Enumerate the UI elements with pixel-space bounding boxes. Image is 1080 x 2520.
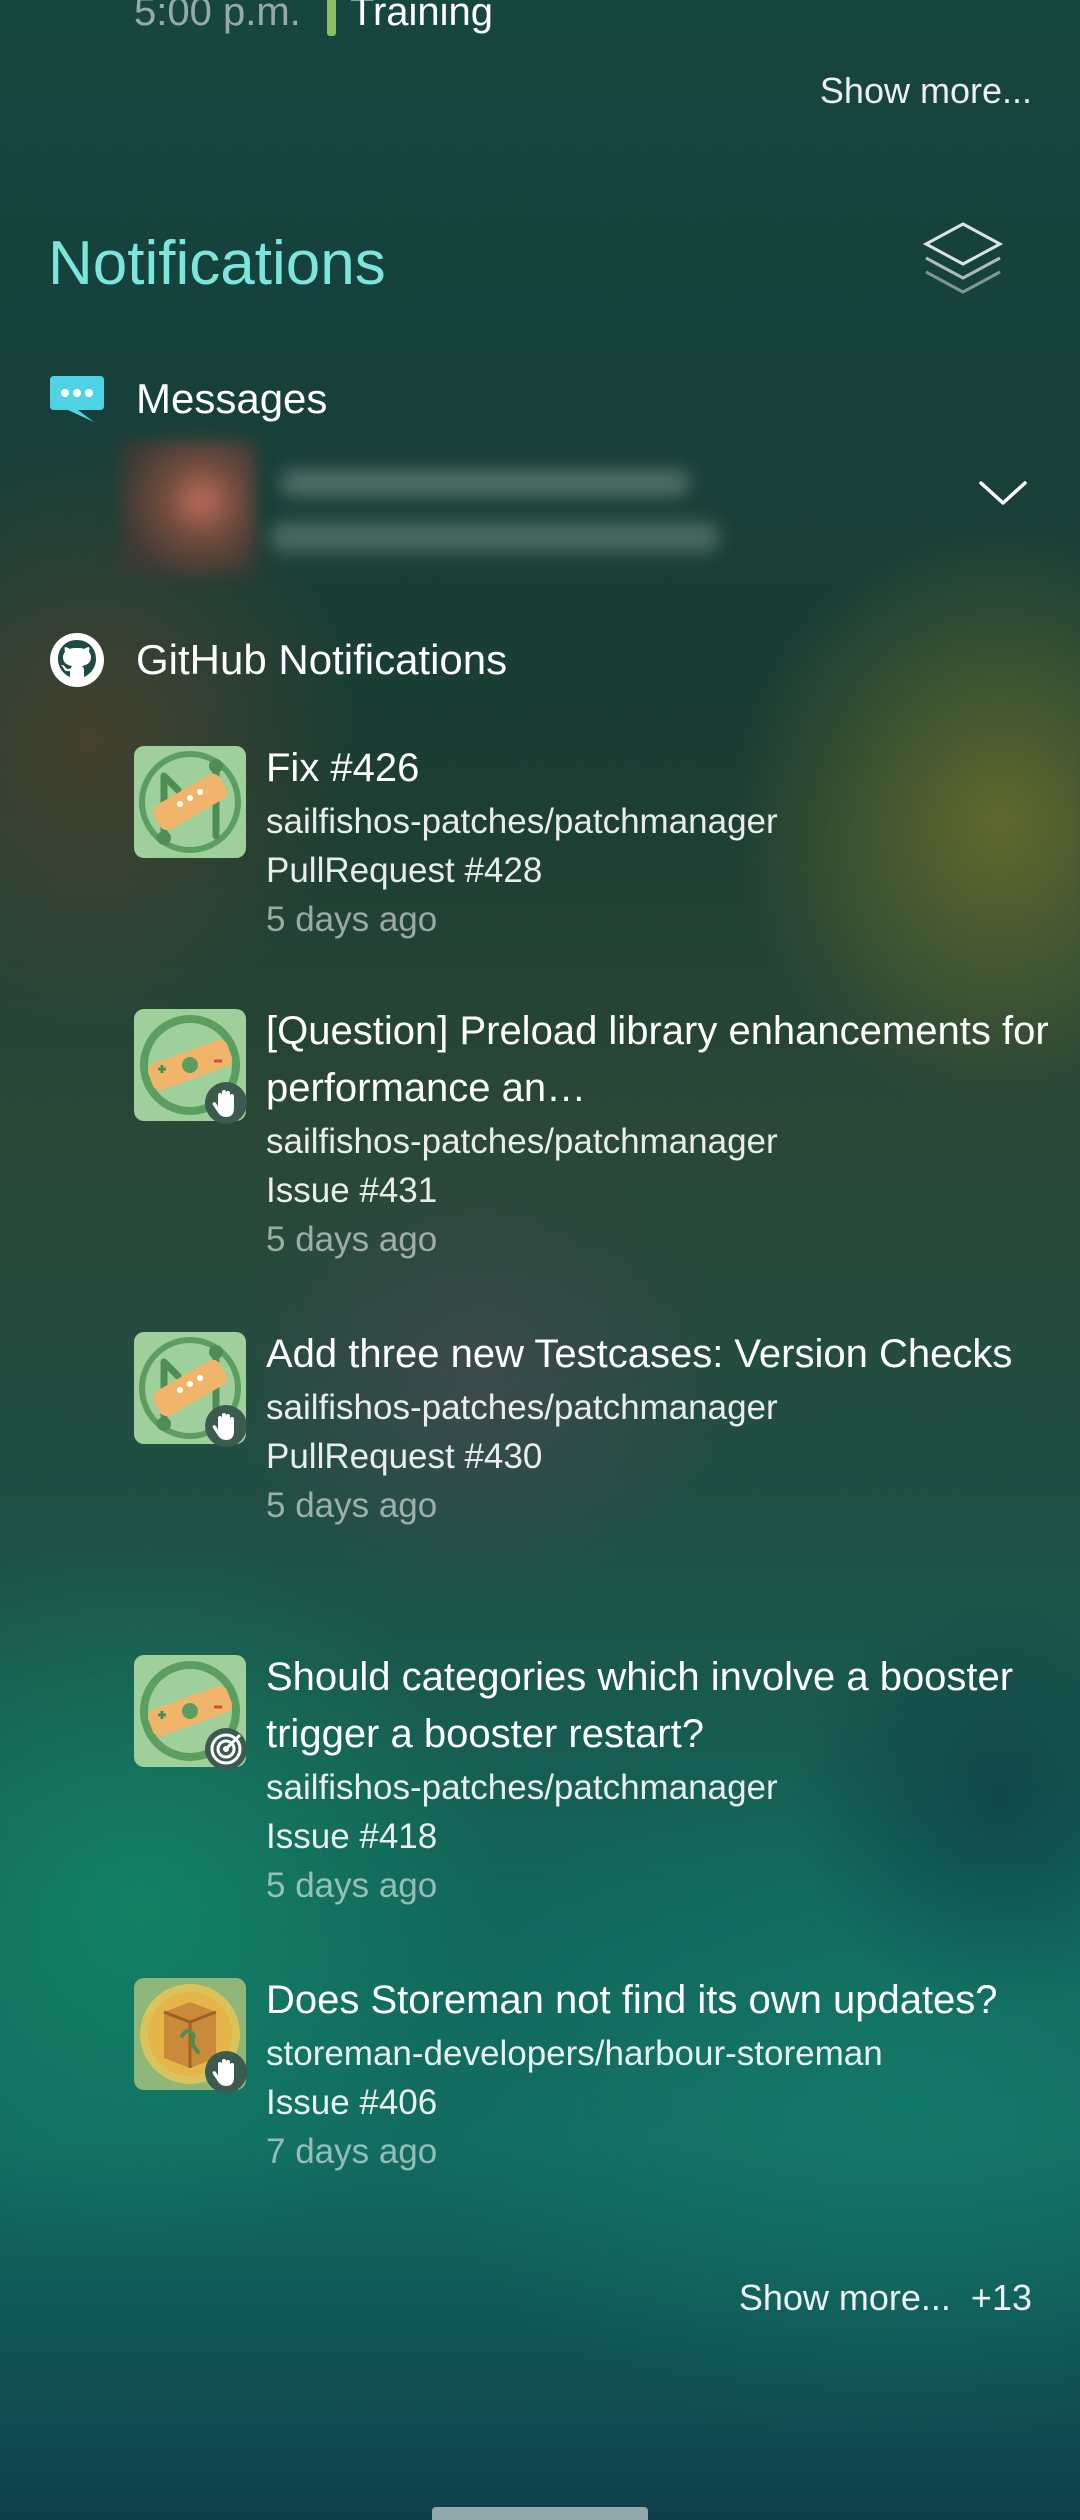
patchmanager-pr-icon bbox=[134, 746, 246, 858]
notification-repo: sailfishos-patches/patchmanager bbox=[266, 1122, 778, 1161]
notification-time: 5 days ago bbox=[266, 1220, 438, 1259]
more-count: +13 bbox=[970, 2277, 1032, 2318]
chat-bubble-icon bbox=[48, 370, 106, 428]
notification-time: 7 days ago bbox=[266, 2132, 438, 2171]
raised-hand-icon bbox=[204, 1404, 248, 1448]
github-group-header[interactable]: GitHub Notifications bbox=[48, 625, 507, 695]
chevron-down-icon[interactable] bbox=[975, 465, 1031, 521]
raised-hand-icon bbox=[204, 1081, 248, 1125]
github-group-label: GitHub Notifications bbox=[136, 636, 508, 683]
notification-kind: PullRequest #430 bbox=[266, 1437, 543, 1476]
notification-kind: PullRequest #428 bbox=[266, 851, 543, 890]
show-more-label: Show more... bbox=[738, 2277, 951, 2318]
messages-group-label: Messages bbox=[136, 375, 328, 422]
avatar bbox=[120, 440, 255, 575]
notification-kind: Issue #406 bbox=[266, 2083, 438, 2122]
patchmanager-issue-icon bbox=[134, 1655, 247, 1770]
notification-time: 5 days ago bbox=[266, 1486, 438, 1525]
notification-repo: sailfishos-patches/patchmanager bbox=[266, 1388, 778, 1427]
patchmanager-pr-icon bbox=[134, 1332, 247, 1447]
notification-title: Should categories which involve a booste… bbox=[266, 1655, 1014, 1756]
notification-repo: storeman-developers/harbour-storeman bbox=[266, 2034, 883, 2073]
event-color-bar bbox=[327, 0, 336, 36]
github-show-more-button[interactable]: Show more... +13 bbox=[739, 2277, 1032, 2319]
patchmanager-issue-icon bbox=[134, 1009, 247, 1124]
notification-repo: sailfishos-patches/patchmanager bbox=[266, 802, 778, 841]
event-time: 5:00 p.m. bbox=[134, 0, 301, 34]
messages-group-header[interactable]: Messages bbox=[48, 364, 327, 434]
notification-kind: Issue #418 bbox=[266, 1817, 438, 1856]
notification-title: Does Storeman not find its own updates? bbox=[266, 1978, 998, 2022]
notification-title: Add three new Testcases: Version Checks bbox=[266, 1332, 1013, 1376]
notification-time: 5 days ago bbox=[266, 900, 438, 939]
storeman-box-icon bbox=[134, 1978, 247, 2093]
notification-time: 5 days ago bbox=[266, 1866, 438, 1905]
notification-title: Fix #426 bbox=[266, 746, 420, 790]
home-indicator[interactable] bbox=[432, 2507, 648, 2520]
event-title[interactable]: Training bbox=[350, 0, 493, 35]
github-octocat-icon bbox=[48, 631, 106, 689]
target-icon bbox=[204, 1727, 248, 1771]
blurred-message-preview[interactable] bbox=[120, 440, 720, 575]
notifications-title: Notifications bbox=[48, 229, 386, 298]
notification-title: [Question] Preload library enhancements … bbox=[266, 1009, 1049, 1110]
raised-hand-icon bbox=[204, 2050, 248, 2094]
notification-repo: sailfishos-patches/patchmanager bbox=[266, 1768, 778, 1807]
events-show-more-button[interactable]: Show more... bbox=[820, 70, 1032, 112]
layers-icon[interactable] bbox=[918, 216, 1008, 306]
notification-kind: Issue #431 bbox=[266, 1171, 438, 1210]
